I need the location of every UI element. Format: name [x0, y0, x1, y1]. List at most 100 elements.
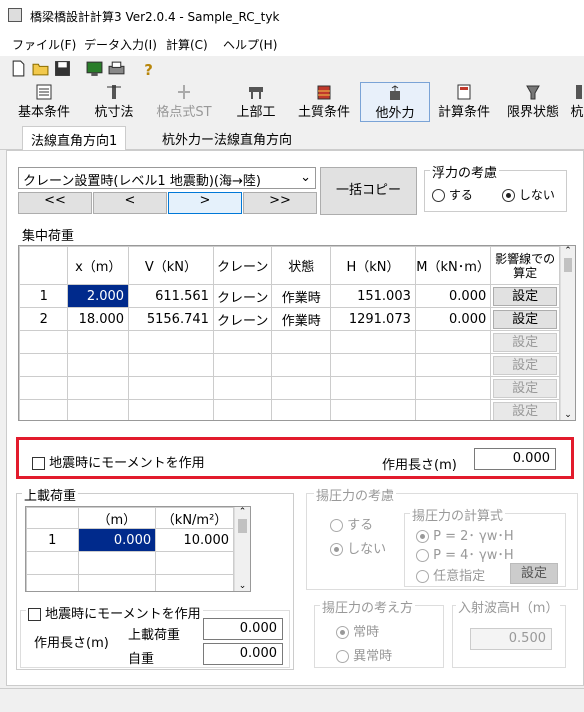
- scroll-thumb[interactable]: [238, 519, 247, 533]
- moment-quake-checkbox[interactable]: 地震時にモーメントを作用: [32, 452, 205, 471]
- radio-button: [416, 549, 429, 562]
- limit-state-icon: [526, 85, 540, 100]
- nav-next-button[interactable]: >: [168, 192, 242, 214]
- nav-first-button[interactable]: <<: [18, 192, 92, 214]
- cell-x[interactable]: 2.000: [67, 284, 130, 308]
- table-row-empty: 設定: [19, 399, 560, 420]
- tab-normal-direction-1[interactable]: 法線直角方向1: [22, 126, 127, 151]
- toolbar-superstructure[interactable]: 上部工: [230, 82, 282, 122]
- cell-state[interactable]: 作業時: [271, 284, 332, 308]
- checkbox-label: 地震時にモーメントを作用: [45, 607, 201, 622]
- toolbar-limit-state[interactable]: 限界状態: [500, 82, 566, 122]
- menu-data-input[interactable]: データ入力(I): [84, 36, 157, 53]
- toolbar-label: 杭寸法: [94, 105, 134, 120]
- cell-crane[interactable]: クレーン: [212, 284, 273, 308]
- print-icon[interactable]: [108, 60, 125, 77]
- cell-influence: 設定: [490, 307, 560, 331]
- wave-height-title: 入射波高H（m）: [456, 597, 561, 616]
- preview-icon[interactable]: [86, 60, 103, 77]
- buoyancy-title: 浮力の考慮: [430, 162, 500, 181]
- main-toolbar: 基本条件 杭寸法 格点式ST 上部工 土質条件 他外力 計算条件 限界状態 杭: [0, 82, 584, 122]
- surcharge-load-input[interactable]: 0.000: [203, 618, 283, 640]
- scroll-up-icon[interactable]: ⌃: [561, 246, 575, 256]
- toolbar-node-st[interactable]: 格点式ST: [148, 82, 220, 122]
- menu-calc[interactable]: 計算(C): [166, 36, 208, 53]
- menu-file[interactable]: ファイル(F): [12, 36, 76, 53]
- vertical-scrollbar[interactable]: ⌃ ⌄: [234, 507, 250, 591]
- radio-label: しない: [518, 188, 555, 202]
- method-normal: 常時: [336, 621, 379, 640]
- radio-button[interactable]: [432, 189, 445, 202]
- bulk-copy-button[interactable]: 一括コピー: [320, 167, 417, 215]
- cell-h[interactable]: 151.003: [330, 284, 416, 308]
- col-header-m: M（kN･m）: [414, 246, 492, 285]
- toolbar-label: 上部工: [236, 105, 276, 120]
- formula-option-custom: 任意指定: [416, 565, 485, 584]
- save-icon[interactable]: [54, 60, 71, 77]
- cell-v[interactable]: 5156.741: [128, 307, 214, 331]
- set-button-disabled: 設定: [493, 378, 557, 398]
- case-select-value: クレーン設置時(レベル1 地震動)(海→陸): [23, 174, 261, 189]
- checkbox[interactable]: [32, 457, 45, 470]
- cell-v[interactable]: 611.561: [128, 284, 214, 308]
- toolbar-label: 基本条件: [17, 105, 70, 120]
- toolbar-pile-dimension[interactable]: 杭寸法: [88, 82, 140, 122]
- surcharge-moment-checkbox[interactable]: 地震時にモーメントを作用: [26, 603, 203, 622]
- surcharge-grid: （m） （kN/m²） 1 0.000 10.000 ⌃ ⌄: [25, 506, 251, 592]
- vertical-scrollbar[interactable]: ⌃ ⌄: [560, 246, 575, 420]
- tab-pile-force-normal[interactable]: 杭外力ー法線直角方向: [154, 126, 300, 150]
- open-folder-icon[interactable]: [32, 60, 49, 77]
- toolbar-pile[interactable]: 杭: [570, 82, 584, 122]
- menu-help[interactable]: ヘルプ(H): [223, 36, 277, 53]
- table-row-empty: 設定: [19, 330, 560, 354]
- toolbar-calc-conditions[interactable]: 計算条件: [432, 82, 496, 122]
- nav-prev-button[interactable]: <: [93, 192, 167, 214]
- toolbar-label: 杭: [570, 105, 584, 120]
- cell-x[interactable]: 18.000: [67, 307, 130, 331]
- radio-label: P = 4･ γw･H: [433, 548, 514, 563]
- checkbox[interactable]: [28, 608, 41, 621]
- nav-last-button[interactable]: >>: [243, 192, 317, 214]
- scroll-up-icon[interactable]: ⌃: [235, 507, 250, 517]
- radio-button[interactable]: [502, 189, 515, 202]
- table-row: 1 0.000 10.000: [26, 528, 234, 552]
- buoyancy-yes[interactable]: する: [432, 186, 473, 203]
- case-select[interactable]: クレーン設置時(レベル1 地震動)(海→陸) ⌄: [18, 167, 316, 189]
- menu-bar: ファイル(F) データ入力(I) 計算(C) ヘルプ(H): [0, 30, 584, 56]
- surcharge-title: 上載荷重: [22, 485, 79, 504]
- formula-option-2: P = 4･ γw･H: [416, 544, 514, 563]
- formula-option-1: P = 2･ γw･H: [416, 525, 514, 544]
- self-weight-input[interactable]: 0.000: [203, 643, 283, 665]
- cell-state[interactable]: 作業時: [271, 307, 332, 331]
- new-file-icon[interactable]: [10, 60, 27, 77]
- radio-button: [336, 626, 349, 639]
- scroll-down-icon[interactable]: ⌄: [235, 581, 250, 591]
- scroll-down-icon[interactable]: ⌄: [561, 410, 575, 420]
- superstructure-icon: [249, 87, 263, 99]
- scroll-thumb[interactable]: [564, 258, 572, 272]
- uplift-title: 揚圧力の考慮: [314, 485, 397, 504]
- toolbar-basic-conditions[interactable]: 基本条件: [10, 82, 78, 122]
- col-header-crane: クレーン: [212, 246, 273, 285]
- formula-set-button: 設定: [510, 563, 558, 584]
- radio-label: 異常時: [353, 649, 393, 664]
- buoyancy-no[interactable]: しない: [502, 186, 555, 203]
- toolbar-other-forces[interactable]: 他外力: [360, 82, 430, 122]
- cell-m[interactable]: 0.000: [77, 528, 157, 552]
- radio-label: 任意指定: [433, 569, 486, 584]
- set-button[interactable]: 設定: [493, 309, 557, 329]
- cell-crane[interactable]: クレーン: [212, 307, 273, 331]
- action-length-input[interactable]: 0.000: [474, 448, 556, 470]
- cell-kn[interactable]: 10.000: [155, 528, 234, 552]
- row-header-cell: [19, 246, 69, 285]
- cell-m[interactable]: 0.000: [414, 307, 492, 331]
- toolbar-soil-conditions[interactable]: 土質条件: [292, 82, 356, 122]
- col-header-m: （m）: [77, 507, 157, 529]
- radio-button: [416, 570, 429, 583]
- cell-h[interactable]: 1291.073: [330, 307, 416, 331]
- set-button[interactable]: 設定: [493, 286, 557, 306]
- help-icon[interactable]: ?: [140, 60, 157, 77]
- node-st-icon: [178, 85, 190, 99]
- cell-m[interactable]: 0.000: [414, 284, 492, 308]
- self-weight-label: 自重: [128, 652, 155, 667]
